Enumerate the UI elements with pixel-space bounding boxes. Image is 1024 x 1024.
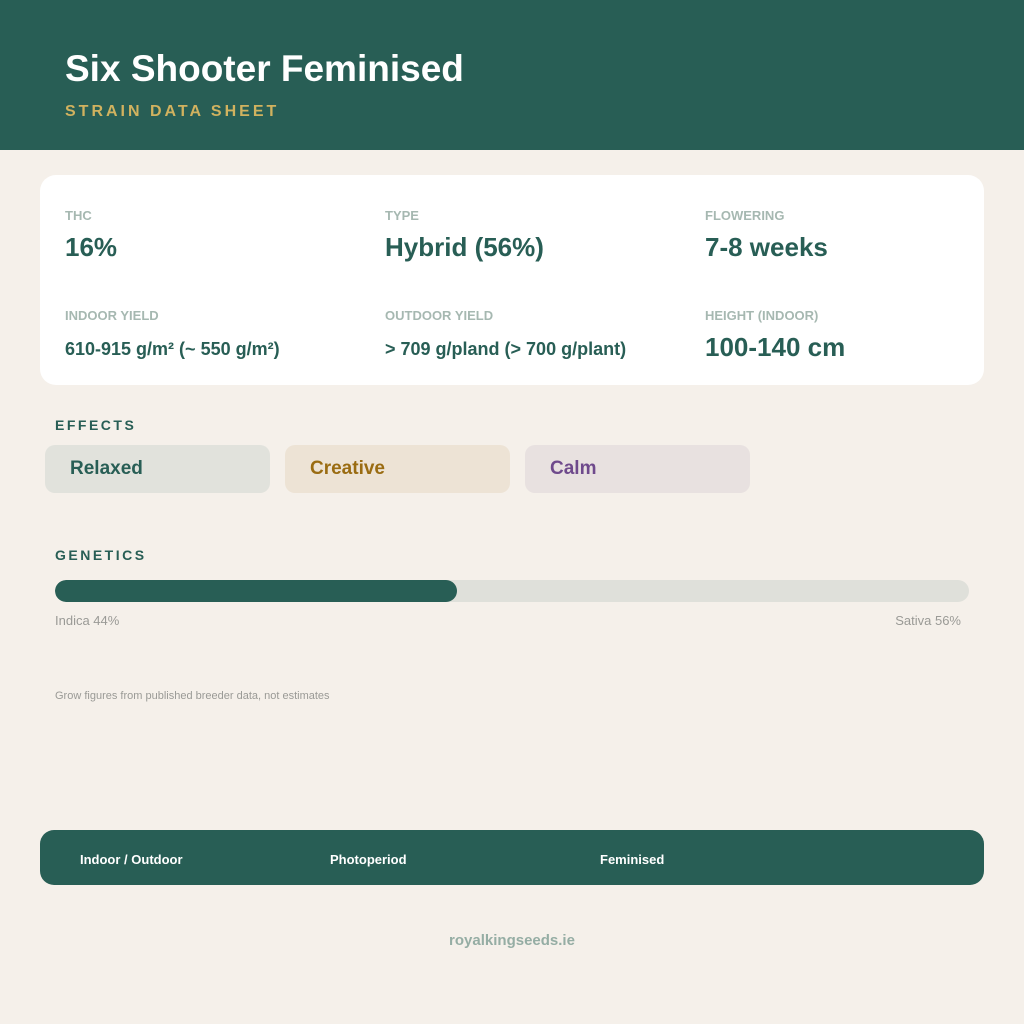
stat-height-indoor-label: HEIGHT (INDOOR): [705, 308, 819, 323]
genetics-heading: GENETICS: [55, 547, 147, 563]
footer-item-photoperiod: Photoperiod: [330, 852, 407, 867]
stat-thc-label: THC: [65, 208, 92, 223]
footnote: Grow figures from published breeder data…: [55, 690, 330, 702]
stat-height-indoor-value: 100-140 cm: [705, 332, 846, 362]
stat-flowering: FLOWERING 7-8 weeks: [705, 208, 1005, 262]
effects-heading: EFFECTS: [55, 417, 137, 433]
genetics-sativa-label: Sativa 56%: [895, 613, 961, 628]
genetics-bar-indica-fill: [55, 580, 458, 602]
footer-item-indoor-outdoor: Indoor / Outdoor: [80, 852, 183, 867]
page-subtitle: STRAIN DATA SHEET: [65, 103, 280, 120]
stat-type-label: TYPE: [385, 208, 419, 223]
stat-thc: THC 16%: [65, 208, 365, 262]
stat-type: TYPE Hybrid (56%): [385, 208, 685, 262]
stats-card: THC 16% TYPE Hybrid (56%) FLOWERING 7-8 …: [40, 175, 984, 385]
stat-indoor-yield-label: INDOOR YIELD: [65, 308, 159, 323]
stat-outdoor-yield-value: > 709 g/pland (> 700 g/plant): [385, 339, 627, 359]
effect-pill-creative: Creative: [285, 445, 510, 493]
stat-outdoor-yield: OUTDOOR YIELD > 709 g/pland (> 700 g/pla…: [385, 308, 685, 360]
genetics-bar: [55, 580, 969, 602]
effect-pill-relaxed: Relaxed: [45, 445, 270, 493]
header-banner: Six Shooter Feminised STRAIN DATA SHEET: [0, 0, 1024, 150]
stat-outdoor-yield-label: OUTDOOR YIELD: [385, 308, 494, 323]
stat-flowering-value: 7-8 weeks: [705, 232, 828, 262]
stat-thc-value: 16%: [65, 232, 118, 262]
page-title: Six Shooter Feminised: [65, 48, 464, 89]
stat-indoor-yield: INDOOR YIELD 610-915 g/m² (~ 550 g/m²): [65, 308, 365, 360]
stat-indoor-yield-value: 610-915 g/m² (~ 550 g/m²): [65, 339, 280, 359]
stat-flowering-label: FLOWERING: [705, 208, 785, 223]
footer-item-feminised: Feminised: [600, 852, 665, 867]
footer-bar: Indoor / Outdoor Photoperiod Feminised: [40, 830, 984, 885]
genetics-indica-label: Indica 44%: [55, 613, 120, 628]
site-link[interactable]: royalkingseeds.ie: [0, 932, 1024, 949]
effect-pill-calm: Calm: [525, 445, 750, 493]
stat-type-value: Hybrid (56%): [385, 232, 544, 262]
stat-height-indoor: HEIGHT (INDOOR) 100-140 cm: [705, 308, 1005, 362]
